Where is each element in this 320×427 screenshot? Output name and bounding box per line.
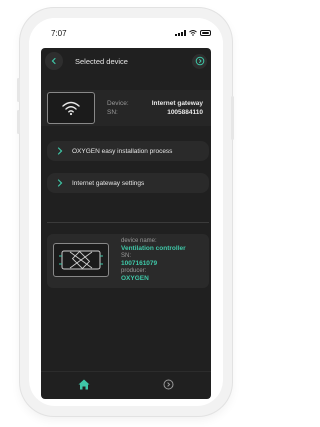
nav-next[interactable] [163,377,174,395]
status-time: 7:07 [51,28,67,38]
power-button [231,96,234,140]
menu-item-installation[interactable]: OXYGEN easy installation process [47,141,209,161]
menu-item-label: Internet gateway settings [72,179,145,187]
status-bar: 7:07 [29,18,223,48]
gateway-sn-row: SN: 1005884110 [107,109,203,116]
sn-label: SN: [107,109,118,116]
chevron-right-icon [57,179,63,187]
circle-arrow-right-icon [195,56,204,66]
volume-down-button [17,110,20,134]
device-label: Device: [107,100,129,107]
header-action-button[interactable] [192,53,207,69]
ventilation-unit-icon [59,250,103,270]
gateway-icon-box [47,92,95,124]
controller-icon-box [53,243,109,277]
controller-card[interactable]: device name: Ventilation controller SN: … [47,234,209,288]
bottom-nav [41,371,211,399]
battery-icon [200,30,211,36]
status-icons [175,30,211,36]
wifi-status-icon [189,30,197,36]
device-value: Internet gateway [151,100,203,107]
phone-screen: 7:07 Selected device Device: Internet ga… [29,18,223,406]
chevron-right-icon [57,147,63,155]
wifi-icon [62,101,80,116]
home-icon [78,379,90,389]
signal-icon [175,30,186,36]
chevron-left-icon [51,57,56,65]
menu-item-gateway-settings[interactable]: Internet gateway settings [47,173,209,193]
volume-up-button [17,78,20,102]
gateway-card: Device: Internet gateway SN: 1005884110 [41,90,211,126]
gateway-device-row: Device: Internet gateway [107,100,203,107]
page-title: Selected device [75,56,128,66]
controller-sn-label: SN: [121,253,132,259]
controller-sn-value: 1007161079 [121,260,158,267]
controller-name-value: Ventilation controller [121,245,186,252]
circle-arrow-right-icon [163,379,174,389]
controller-producer-value: OXYGEN [121,275,149,282]
nav-home[interactable] [78,377,90,395]
controller-producer-label: producer: [121,268,147,274]
controller-name-label: device name: [121,238,157,244]
app-header: Selected device [41,48,211,74]
section-divider [47,222,209,223]
menu-item-label: OXYGEN easy installation process [72,147,173,155]
sn-value: 1005884110 [167,109,203,116]
app-screen: Selected device Device: Internet gateway… [41,48,211,399]
back-button[interactable] [45,52,63,70]
